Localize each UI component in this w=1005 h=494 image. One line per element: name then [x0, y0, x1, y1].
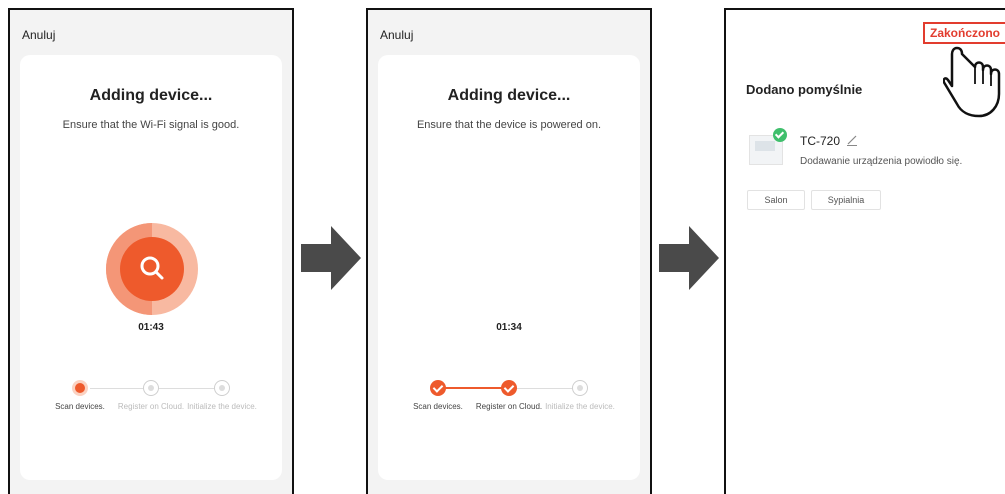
- page-subtitle: Ensure that the Wi-Fi signal is good.: [62, 119, 240, 131]
- countdown-timer: 01:43: [138, 322, 164, 333]
- step-active-indicator: [72, 380, 88, 396]
- phone-screen-scanning: Anuluj Adding device... Ensure that the …: [8, 8, 294, 494]
- progress-steps: Scan devices. Register on Cloud. Initial…: [20, 380, 282, 440]
- step-label: Register on Cloud.: [117, 402, 185, 411]
- page-title: Adding device...: [447, 87, 571, 104]
- room-chip-sypialnia[interactable]: Sypialnia: [811, 190, 881, 210]
- phone-screen-success: Zakończono Dodano pomyślnie TC-720 Dodaw…: [724, 8, 1005, 494]
- device-status: Dodawanie urządzenia powiodło się.: [800, 156, 963, 167]
- check-icon: [430, 380, 446, 396]
- page-title: Adding device...: [89, 87, 213, 104]
- step-initialize: Initialize the device.: [187, 380, 257, 412]
- phone-screen-registering: Anuluj Adding device... Ensure that the …: [366, 8, 652, 494]
- right-arrow-icon: [301, 226, 361, 290]
- step-label: Initialize the device.: [187, 402, 257, 411]
- progress-steps: Scan devices. Register on Cloud. Initial…: [378, 380, 640, 440]
- step-label: Initialize the device.: [545, 402, 615, 411]
- check-icon: [773, 128, 787, 142]
- step-register: Register on Cloud.: [474, 380, 544, 412]
- page-subtitle: Ensure that the device is powered on.: [416, 119, 602, 131]
- step-scan: Scan devices.: [45, 380, 115, 412]
- cancel-button[interactable]: Anuluj: [380, 28, 413, 42]
- cancel-button[interactable]: Anuluj: [22, 28, 55, 42]
- initialize-icon: [214, 380, 230, 396]
- step-register: Register on Cloud.: [116, 380, 186, 412]
- room-chip-salon[interactable]: Salon: [747, 190, 805, 210]
- scan-progress-ring: [106, 223, 198, 315]
- page-title: Dodano pomyślnie: [746, 82, 863, 97]
- step-initialize: Initialize the device.: [545, 380, 615, 412]
- pencil-icon[interactable]: [846, 134, 858, 146]
- step-scan: Scan devices.: [403, 380, 473, 412]
- step-label: Scan devices.: [55, 402, 105, 411]
- progress-card: Adding device... Ensure that the device …: [378, 55, 640, 480]
- progress-card: Adding device... Ensure that the Wi-Fi s…: [20, 55, 282, 480]
- right-arrow-icon: [659, 226, 719, 290]
- check-icon: [501, 380, 517, 396]
- step-label: Scan devices.: [413, 402, 463, 411]
- cloud-icon: [143, 380, 159, 396]
- device-name: TC-720: [800, 134, 841, 148]
- pointing-hand-icon: [943, 46, 1001, 118]
- done-button[interactable]: Zakończono: [922, 22, 1005, 44]
- initialize-icon: [572, 380, 588, 396]
- countdown-timer: 01:34: [496, 322, 522, 333]
- step-label: Register on Cloud.: [475, 402, 543, 411]
